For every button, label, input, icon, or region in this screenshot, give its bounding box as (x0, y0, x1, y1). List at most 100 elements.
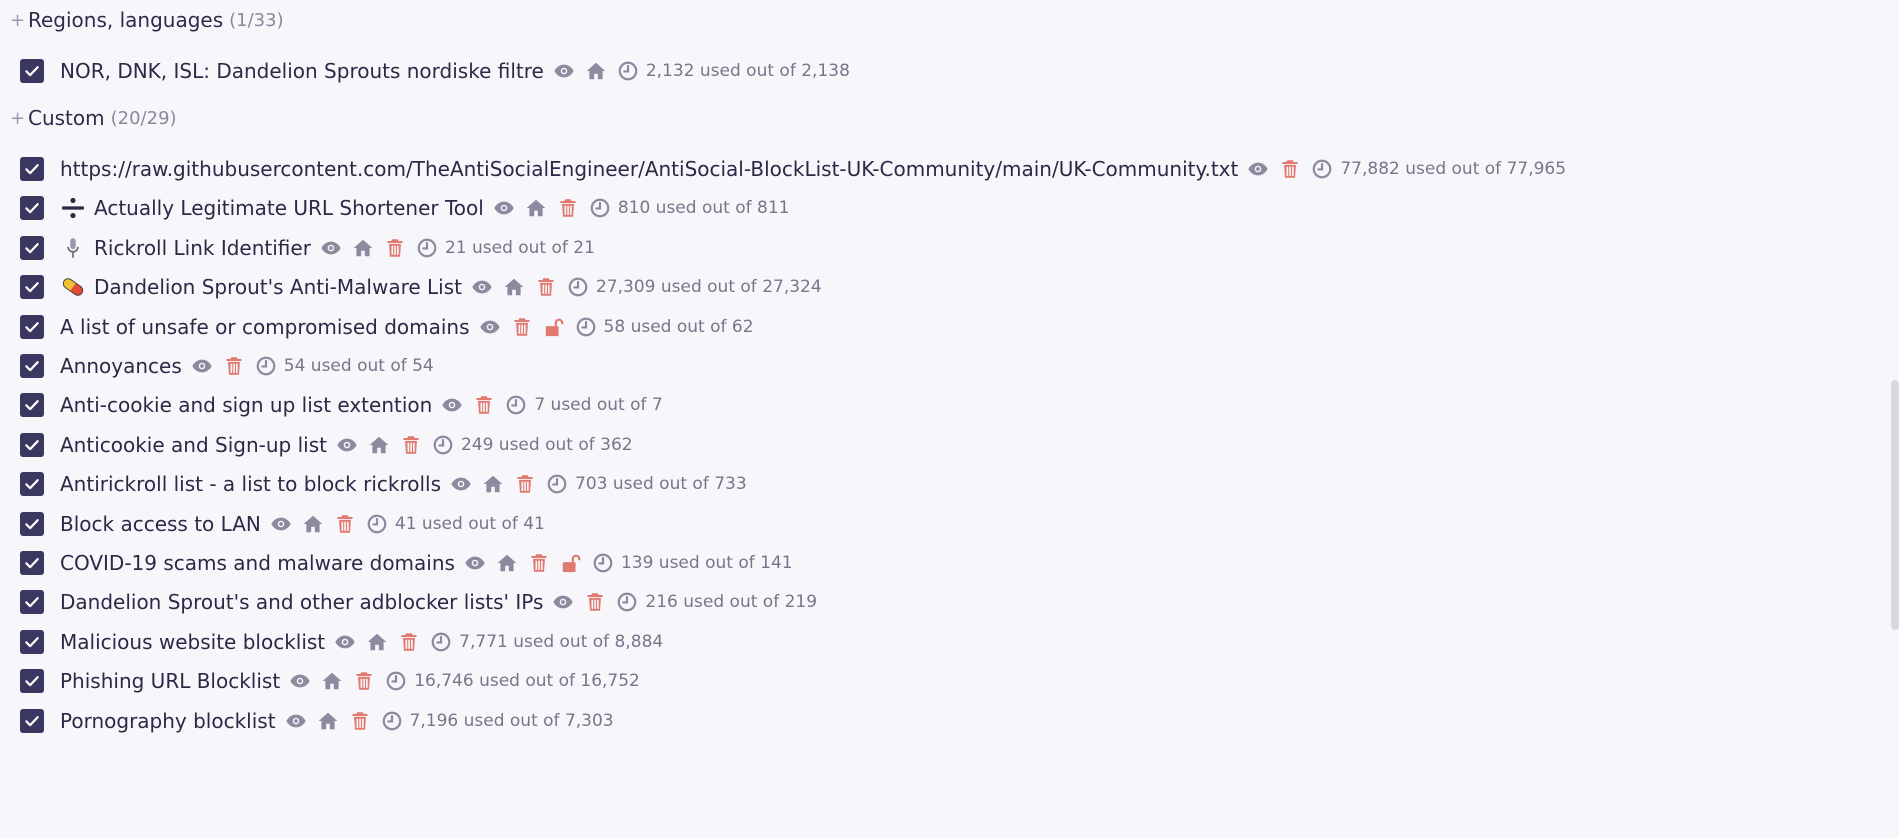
section-count: (1/33) (229, 9, 284, 31)
filter-name: NOR, DNK, ISL: Dandelion Sprouts nordisk… (60, 59, 544, 83)
clock-icon[interactable] (254, 354, 278, 378)
filter-checkbox[interactable] (20, 551, 44, 575)
usage-text: 41 used out of 41 (394, 513, 545, 534)
eye-icon[interactable] (319, 236, 343, 260)
eye-icon[interactable] (470, 275, 494, 299)
expand-icon[interactable]: + (10, 10, 25, 31)
eye-icon[interactable] (269, 512, 293, 536)
eye-icon[interactable] (492, 196, 516, 220)
unlock-icon[interactable] (559, 551, 583, 575)
section-count: (20/29) (110, 107, 177, 129)
trash-icon[interactable] (513, 472, 537, 496)
clock-icon[interactable] (365, 512, 389, 536)
home-icon[interactable] (301, 512, 325, 536)
eye-icon[interactable] (335, 433, 359, 457)
clock-icon[interactable] (431, 433, 455, 457)
trash-icon[interactable] (352, 669, 376, 693)
eye-icon[interactable] (551, 590, 575, 614)
filter-row: Anti-cookie and sign up list extention 7 … (20, 388, 663, 422)
filter-checkbox[interactable] (20, 472, 44, 497)
filter-checkbox[interactable] (20, 275, 44, 300)
filter-row: Dandelion Sprout's Anti-Malware List 27,3… (20, 270, 822, 304)
trash-icon[interactable] (583, 590, 607, 614)
filter-checkbox[interactable] (20, 157, 44, 181)
clock-icon[interactable] (380, 709, 404, 733)
trash-icon[interactable] (399, 433, 423, 457)
trash-icon[interactable] (527, 551, 551, 575)
clock-icon[interactable] (384, 669, 408, 693)
unlock-icon[interactable] (542, 315, 566, 339)
filter-checkbox[interactable] (20, 235, 44, 260)
scrollbar-thumb[interactable] (1891, 380, 1899, 630)
clock-icon[interactable] (1310, 157, 1334, 181)
filter-row: A list of unsafe or compromised domains 5… (20, 310, 754, 344)
usage-text: 77,882 used out of 77,965 (1340, 159, 1567, 179)
clock-icon[interactable] (591, 551, 615, 575)
clock-icon[interactable] (545, 472, 569, 496)
home-icon[interactable] (524, 196, 548, 220)
clock-icon[interactable] (616, 59, 640, 83)
trash-icon[interactable] (510, 315, 534, 339)
eye-icon[interactable] (478, 315, 502, 339)
home-icon[interactable] (584, 59, 608, 83)
clock-icon[interactable] (504, 393, 528, 417)
filter-row: Antirickroll list - a list to block rick… (20, 467, 747, 501)
trash-icon[interactable] (556, 196, 580, 220)
filter-name: A list of unsafe or compromised domains (60, 314, 470, 339)
pill-icon (60, 276, 86, 298)
home-icon[interactable] (320, 669, 344, 693)
filter-checkbox[interactable] (20, 669, 44, 694)
clock-icon[interactable] (415, 236, 439, 260)
usage-text: 249 used out of 362 (460, 434, 633, 455)
microphone-icon (60, 237, 86, 259)
clock-icon[interactable] (588, 196, 612, 220)
trash-icon[interactable] (348, 709, 372, 733)
section-header[interactable]: + Regions, languages (1/33) (10, 8, 284, 32)
clock-icon[interactable] (574, 315, 598, 339)
trash-icon[interactable] (534, 275, 558, 299)
home-icon[interactable] (502, 275, 526, 299)
trash-icon[interactable] (383, 236, 407, 260)
section-title: Regions, languages (28, 8, 224, 32)
filter-checkbox[interactable] (20, 708, 44, 733)
eye-icon[interactable] (190, 354, 214, 378)
trash-icon[interactable] (397, 630, 421, 654)
filter-checkbox[interactable] (20, 393, 44, 418)
trash-icon[interactable] (222, 354, 246, 378)
filter-checkbox[interactable] (20, 314, 44, 339)
section-header[interactable]: + Custom (20/29) (10, 106, 177, 130)
filter-checkbox[interactable] (20, 590, 44, 615)
eye-icon[interactable] (463, 551, 487, 575)
filter-checkbox[interactable] (20, 354, 44, 378)
home-icon[interactable] (351, 236, 375, 260)
eye-icon[interactable] (440, 393, 464, 417)
filter-row: COVID-19 scams and malware domains 139 us… (20, 546, 793, 580)
eye-icon[interactable] (284, 709, 308, 733)
expand-icon[interactable]: + (10, 108, 25, 129)
eye-icon[interactable] (449, 472, 473, 496)
eye-icon[interactable] (288, 669, 312, 693)
home-icon[interactable] (481, 472, 505, 496)
trash-icon[interactable] (472, 393, 496, 417)
filter-name: Actually Legitimate URL Shortener Tool (94, 196, 484, 221)
eye-icon[interactable] (552, 59, 576, 83)
eye-icon[interactable] (1246, 157, 1270, 181)
clock-icon[interactable] (429, 630, 453, 654)
clock-icon[interactable] (566, 275, 590, 299)
filter-checkbox[interactable] (20, 511, 44, 536)
usage-text: 810 used out of 811 (617, 198, 790, 219)
trash-icon[interactable] (1278, 157, 1302, 181)
filter-checkbox[interactable] (20, 59, 44, 83)
home-icon[interactable] (367, 433, 391, 457)
trash-icon[interactable] (333, 512, 357, 536)
filter-checkbox[interactable] (20, 196, 44, 221)
eye-icon[interactable] (333, 630, 357, 654)
filter-checkbox[interactable] (20, 629, 44, 654)
filter-name: Dandelion Sprout's and other adblocker l… (60, 590, 544, 615)
filter-name: COVID-19 scams and malware domains (60, 551, 455, 575)
clock-icon[interactable] (615, 590, 639, 614)
home-icon[interactable] (495, 551, 519, 575)
home-icon[interactable] (365, 630, 389, 654)
home-icon[interactable] (316, 709, 340, 733)
filter-checkbox[interactable] (20, 432, 44, 457)
